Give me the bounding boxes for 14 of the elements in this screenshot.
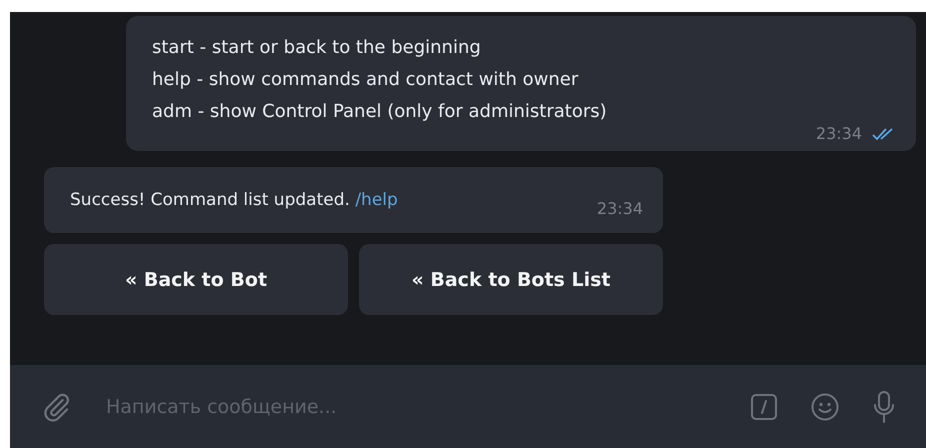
smiley-icon[interactable]	[810, 392, 840, 422]
message-text: start - start or back to the beginning	[152, 36, 482, 60]
keyboard-button[interactable]: « Back to Bot	[44, 244, 348, 315]
message-time: 23:34	[816, 124, 862, 143]
message-text: help - show commands and contact with owner	[152, 68, 580, 92]
command-link[interactable]: /help	[355, 190, 398, 210]
keyboard-button[interactable]: « Back to Bots List	[359, 244, 663, 315]
message-time: 23:34	[596, 198, 643, 218]
command-icon[interactable]	[750, 392, 778, 420]
microphone-icon[interactable]	[872, 390, 896, 424]
paperclip-icon[interactable]	[42, 392, 72, 422]
message-input[interactable]: Написать сообщение...	[104, 394, 718, 418]
message-text: Success! Command list updated. /help	[70, 190, 398, 210]
message-text: adm - show Control Panel (only for administrators)	[152, 100, 608, 124]
